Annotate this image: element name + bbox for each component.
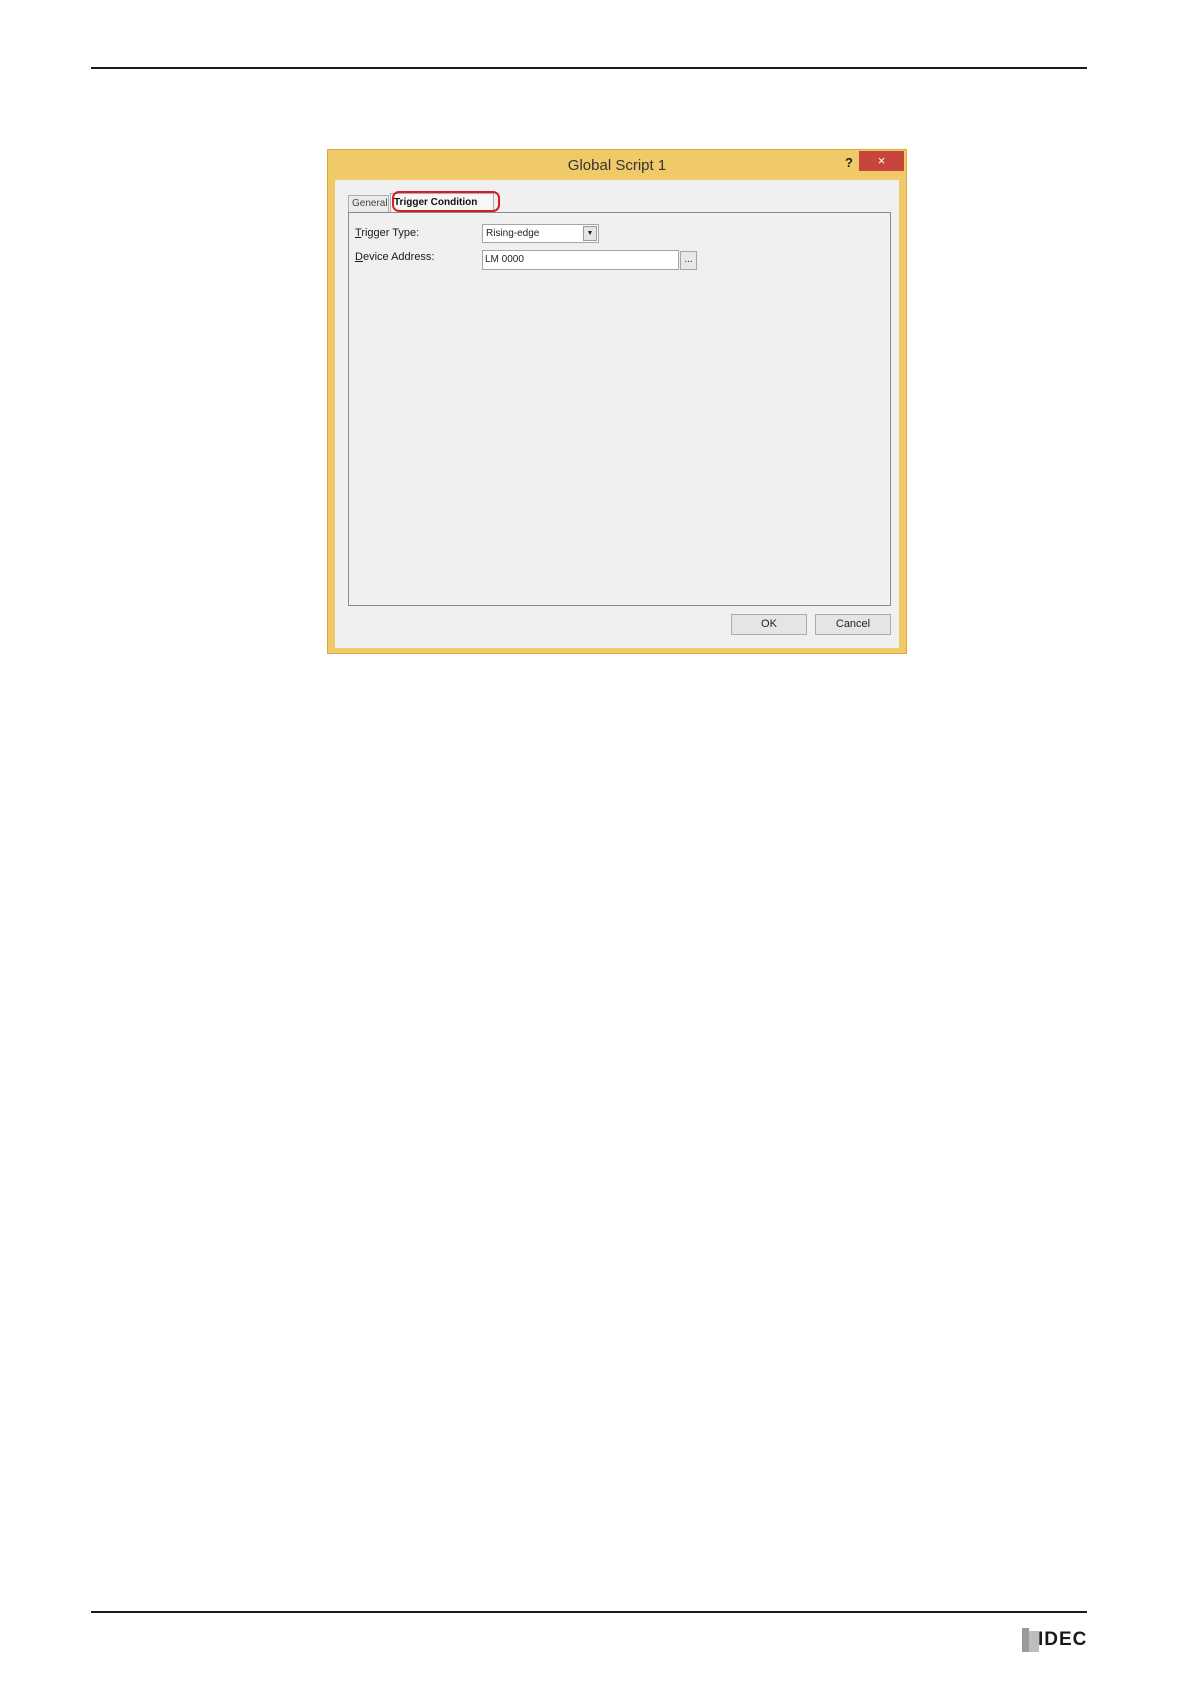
global-script-dialog: Global Script 1 ? × General Trigger Cond… bbox=[327, 149, 907, 654]
tab-general[interactable]: General bbox=[348, 195, 389, 212]
help-button[interactable]: ? bbox=[838, 154, 860, 172]
chevron-down-icon[interactable]: ▼ bbox=[583, 226, 597, 241]
dialog-titlebar[interactable]: Global Script 1 ? × bbox=[328, 150, 906, 180]
device-address-label: Device Address: bbox=[355, 251, 435, 263]
device-address-input[interactable]: LM 0000 bbox=[482, 250, 679, 270]
logo-text: IDEC bbox=[1038, 1629, 1088, 1650]
ok-button[interactable]: OK bbox=[731, 614, 807, 635]
trigger-type-select[interactable]: Rising-edge ▼ bbox=[482, 224, 599, 243]
trigger-condition-panel: Trigger Type: Rising-edge ▼ Device Addre… bbox=[348, 212, 891, 606]
device-address-browse-button[interactable]: ... bbox=[680, 251, 697, 270]
trigger-type-label: Trigger Type: bbox=[355, 227, 420, 239]
header-rule bbox=[91, 67, 1087, 69]
dialog-title: Global Script 1 bbox=[567, 157, 667, 174]
tab-highlight-callout bbox=[392, 191, 500, 212]
idec-logo: IDEC bbox=[1022, 1628, 1094, 1652]
logo-mark bbox=[1022, 1628, 1029, 1652]
trigger-type-value: Rising-edge bbox=[486, 228, 540, 239]
dialog-client-area: General Trigger Condition Trigger Type: … bbox=[335, 180, 899, 648]
footer-rule bbox=[91, 1611, 1087, 1613]
cancel-button[interactable]: Cancel bbox=[815, 614, 891, 635]
close-button[interactable]: × bbox=[859, 151, 904, 171]
